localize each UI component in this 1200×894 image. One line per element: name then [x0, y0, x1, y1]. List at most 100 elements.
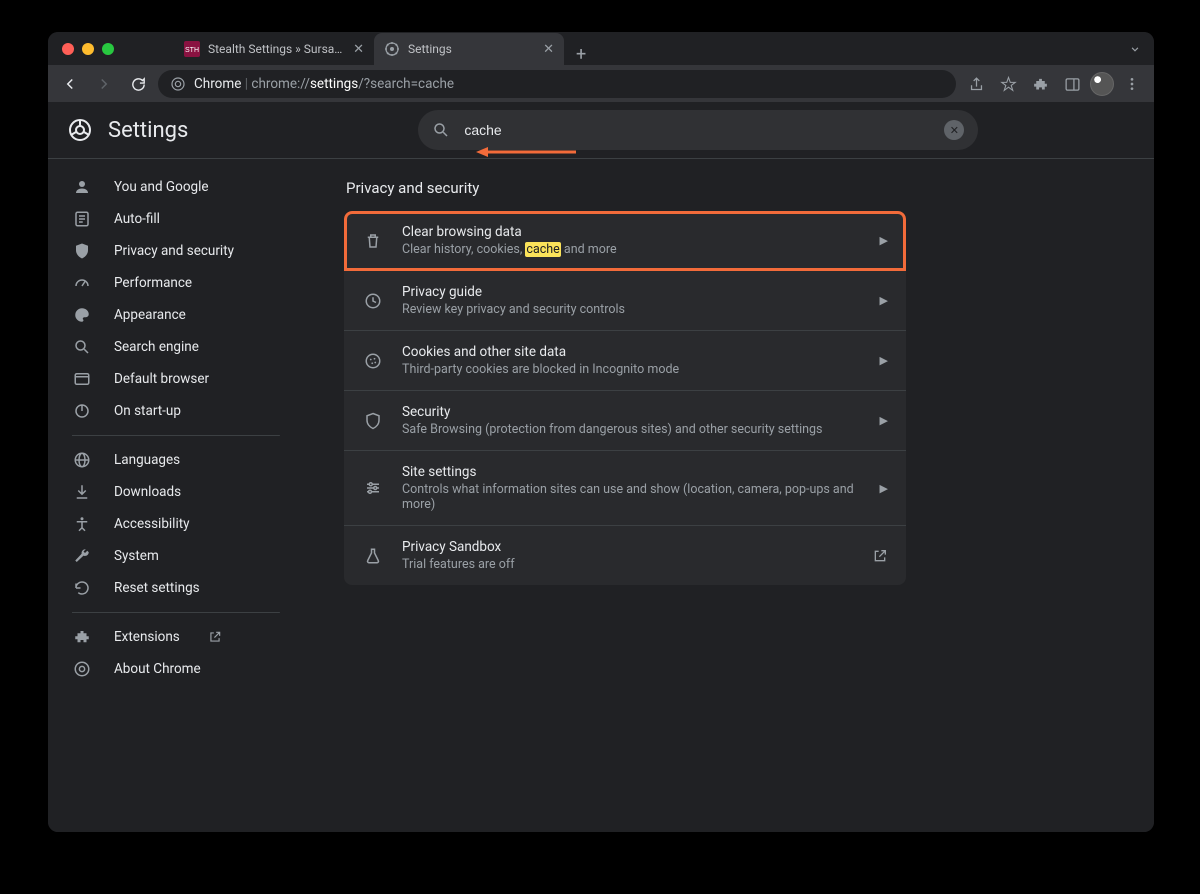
- row-title: Cookies and other site data: [402, 344, 862, 360]
- clear-search-button[interactable]: ✕: [944, 120, 964, 140]
- sidebar-item-reset[interactable]: Reset settings: [48, 572, 296, 604]
- cookie-icon: [362, 352, 384, 370]
- sidebar-label: System: [114, 548, 159, 564]
- tab-label: Settings: [408, 42, 535, 56]
- favicon-settings: [384, 41, 400, 57]
- sidebar-item-default-browser[interactable]: Default browser: [48, 363, 296, 395]
- sidebar-divider: [72, 612, 280, 613]
- profile-avatar[interactable]: [1090, 72, 1114, 96]
- puzzle-icon: [72, 628, 92, 646]
- titlebar: STH Stealth Settings » Sursa de tut ✕ Se…: [48, 32, 1154, 66]
- chevron-right-icon: ▶: [880, 294, 888, 307]
- share-icon[interactable]: [962, 70, 990, 98]
- tab-overflow-button[interactable]: [1128, 42, 1142, 56]
- sidebar-item-languages[interactable]: Languages: [48, 444, 296, 476]
- sidepanel-icon[interactable]: [1058, 70, 1086, 98]
- row-title: Clear browsing data: [402, 224, 862, 240]
- palette-icon: [72, 306, 92, 324]
- chrome-window: STH Stealth Settings » Sursa de tut ✕ Se…: [48, 32, 1154, 832]
- sidebar-item-search-engine[interactable]: Search engine: [48, 331, 296, 363]
- row-subtitle: Third-party cookies are blocked in Incog…: [402, 362, 862, 377]
- chrome-menu-icon[interactable]: [1118, 70, 1146, 98]
- search-icon: [72, 338, 92, 356]
- shield-icon: [362, 412, 384, 430]
- content: Privacy and security Clear browsing data…: [304, 159, 1154, 832]
- row-title: Privacy Sandbox: [402, 539, 854, 555]
- sidebar-label: Downloads: [114, 484, 181, 500]
- sidebar-item-privacy[interactable]: Privacy and security: [48, 235, 296, 267]
- sidebar-label: Reset settings: [114, 580, 200, 596]
- sliders-icon: [362, 479, 384, 497]
- sidebar-label: About Chrome: [114, 661, 201, 677]
- settings-header: Settings ✕: [48, 102, 1154, 159]
- search-icon: [432, 121, 450, 139]
- sidebar-item-system[interactable]: System: [48, 540, 296, 572]
- sidebar-item-appearance[interactable]: Appearance: [48, 299, 296, 331]
- close-window-button[interactable]: [62, 43, 74, 55]
- row-subtitle: Review key privacy and security controls: [402, 302, 862, 317]
- omnibox[interactable]: Chrome | chrome://settings/?search=cache: [158, 70, 956, 98]
- tab-settings[interactable]: Settings ✕: [374, 33, 564, 65]
- extensions-icon[interactable]: [1026, 70, 1054, 98]
- row-clear-browsing-data[interactable]: Clear browsing data Clear history, cooki…: [344, 211, 906, 271]
- row-title: Security: [402, 404, 862, 420]
- chevron-right-icon: ▶: [880, 234, 888, 247]
- chevron-right-icon: ▶: [880, 414, 888, 427]
- settings-search[interactable]: ✕: [418, 110, 978, 150]
- search-highlight: cache: [525, 242, 560, 257]
- bookmark-icon[interactable]: [994, 70, 1022, 98]
- toolbar: Chrome | chrome://settings/?search=cache: [48, 66, 1154, 102]
- new-tab-button[interactable]: +: [564, 44, 598, 65]
- row-privacy-sandbox[interactable]: Privacy Sandbox Trial features are off: [344, 526, 906, 585]
- sidebar-item-startup[interactable]: On start-up: [48, 395, 296, 427]
- chrome-logo-icon: [68, 118, 92, 142]
- reload-button[interactable]: [124, 70, 152, 98]
- chevron-right-icon: ▶: [880, 482, 888, 495]
- sidebar-item-accessibility[interactable]: Accessibility: [48, 508, 296, 540]
- maximize-window-button[interactable]: [102, 43, 114, 55]
- power-icon: [72, 402, 92, 420]
- sidebar-label: Performance: [114, 275, 192, 291]
- close-tab-icon[interactable]: ✕: [353, 42, 364, 57]
- forward-button[interactable]: [90, 70, 118, 98]
- compass-icon: [362, 292, 384, 310]
- site-info-icon[interactable]: [170, 76, 186, 92]
- sidebar-label: Default browser: [114, 371, 209, 387]
- back-button[interactable]: [56, 70, 84, 98]
- shield-icon: [72, 242, 92, 260]
- favicon-stealth: STH: [184, 41, 200, 57]
- sidebar-label: On start-up: [114, 403, 181, 419]
- sidebar-item-extensions[interactable]: Extensions: [48, 621, 296, 653]
- close-tab-icon[interactable]: ✕: [543, 42, 554, 57]
- minimize-window-button[interactable]: [82, 43, 94, 55]
- sidebar-label: Extensions: [114, 629, 180, 645]
- tab-label: Stealth Settings » Sursa de tut: [208, 42, 345, 56]
- sidebar-item-performance[interactable]: Performance: [48, 267, 296, 299]
- sidebar-divider: [72, 435, 280, 436]
- tab-stealth-settings[interactable]: STH Stealth Settings » Sursa de tut ✕: [174, 33, 374, 65]
- sidebar-label: Accessibility: [114, 516, 190, 532]
- wrench-icon: [72, 547, 92, 565]
- chevron-right-icon: ▶: [880, 354, 888, 367]
- sidebar-label: You and Google: [114, 179, 209, 195]
- sidebar-item-you-and-google[interactable]: You and Google: [48, 171, 296, 203]
- row-subtitle: Trial features are off: [402, 557, 854, 572]
- open-external-icon: [208, 630, 222, 644]
- speedometer-icon: [72, 274, 92, 292]
- row-security[interactable]: Security Safe Browsing (protection from …: [344, 391, 906, 451]
- settings-search-input[interactable]: [464, 122, 930, 138]
- tab-strip: STH Stealth Settings » Sursa de tut ✕ Se…: [174, 32, 598, 65]
- sidebar-label: Search engine: [114, 339, 199, 355]
- sidebar-item-downloads[interactable]: Downloads: [48, 476, 296, 508]
- row-title: Privacy guide: [402, 284, 862, 300]
- row-site-settings[interactable]: Site settings Controls what information …: [344, 451, 906, 526]
- sidebar-label: Privacy and security: [114, 243, 234, 259]
- sidebar-item-about[interactable]: About Chrome: [48, 653, 296, 685]
- url-text: Chrome | chrome://settings/?search=cache: [194, 76, 454, 92]
- section-title: Privacy and security: [346, 179, 1154, 197]
- sidebar-item-autofill[interactable]: Auto-fill: [48, 203, 296, 235]
- row-cookies[interactable]: Cookies and other site data Third-party …: [344, 331, 906, 391]
- row-privacy-guide[interactable]: Privacy guide Review key privacy and sec…: [344, 271, 906, 331]
- accessibility-icon: [72, 515, 92, 533]
- page-title: Settings: [108, 118, 188, 143]
